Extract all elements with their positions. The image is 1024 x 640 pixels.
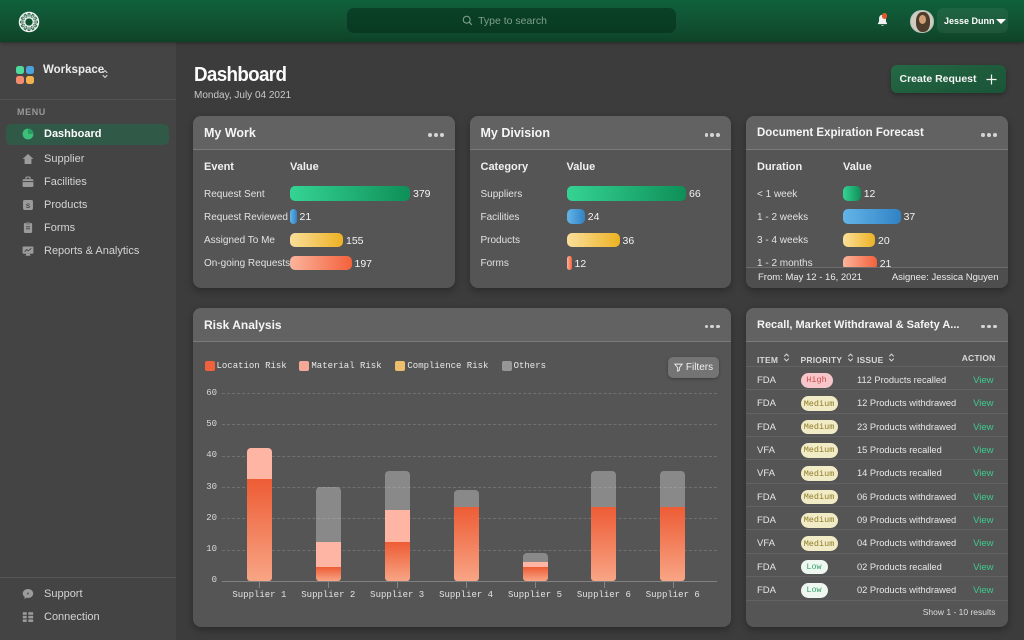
svg-text:S: S	[25, 203, 30, 210]
